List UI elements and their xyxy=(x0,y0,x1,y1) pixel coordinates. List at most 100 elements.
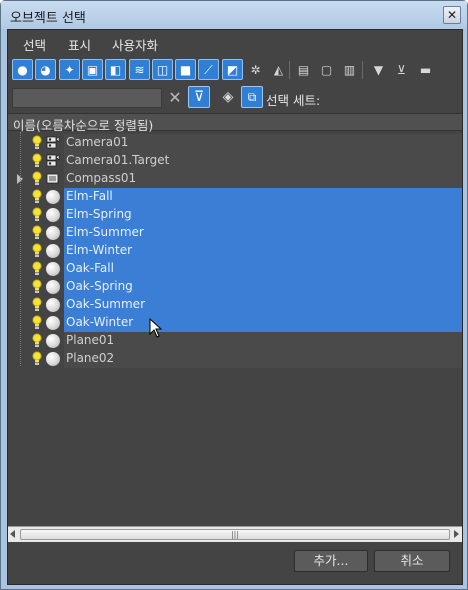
title-bar[interactable]: 오브젝트 선택 ✕ xyxy=(1,1,467,29)
horizontal-scrollbar[interactable]: ||| xyxy=(8,526,462,542)
object-name: Oak-Winter xyxy=(66,315,134,329)
bones-filter-button[interactable]: ⟋ xyxy=(198,59,219,80)
lightbulb-icon[interactable] xyxy=(32,333,42,349)
list-item[interactable]: Camera01.Target xyxy=(8,152,462,170)
cameras-filter-button[interactable]: ▣ xyxy=(82,59,103,80)
list-item[interactable]: Plane01 xyxy=(8,332,462,350)
menu-customize[interactable]: 사용자화 xyxy=(112,35,158,54)
list-item[interactable]: Elm-Fall xyxy=(8,188,462,206)
cancel-button[interactable]: 취소 xyxy=(374,550,450,572)
shapes-filter-icon: ◕ xyxy=(40,62,51,77)
filter-button[interactable]: ▼ xyxy=(368,59,389,80)
list-item[interactable]: Camera01 xyxy=(8,134,462,152)
geometry-sphere-icon xyxy=(46,352,60,366)
lights-filter-icon: ✦ xyxy=(64,62,75,77)
helpers-filter-button[interactable]: ◧ xyxy=(105,59,126,80)
lightbulb-icon[interactable] xyxy=(32,315,42,331)
object-name: Elm-Fall xyxy=(66,189,113,203)
lightbulb-icon[interactable] xyxy=(32,261,42,277)
list-item[interactable]: Elm-Spring xyxy=(8,206,462,224)
lightbulb-icon[interactable] xyxy=(32,351,42,367)
row-highlight xyxy=(64,260,462,278)
lights-filter-button[interactable]: ✦ xyxy=(59,59,80,80)
object-name: Elm-Summer xyxy=(66,225,144,239)
geometry-sphere-icon xyxy=(46,316,60,330)
scrollbar-thumb[interactable]: ||| xyxy=(20,529,450,540)
scroll-right-arrow-icon[interactable] xyxy=(454,530,459,538)
close-button[interactable]: ✕ xyxy=(443,6,461,24)
lightbulb-icon[interactable] xyxy=(32,189,42,205)
list-item[interactable]: Plane02 xyxy=(8,350,462,368)
object-list[interactable]: Camera01 Camera01.Target Compass01 Elm-Fall… xyxy=(8,132,462,526)
xrefs-filter-icon: ■ xyxy=(179,62,192,77)
scroll-left-arrow-icon[interactable] xyxy=(10,530,15,538)
list-item[interactable]: Compass01 xyxy=(8,170,462,188)
object-name: Plane02 xyxy=(66,351,115,365)
clear-search-icon[interactable]: ✕ xyxy=(166,88,184,108)
filter-icon: ▼ xyxy=(373,62,384,77)
layers-icon: ◈ xyxy=(222,89,234,105)
groups-filter-button[interactable]: ◫ xyxy=(152,59,173,80)
lightbulb-icon[interactable] xyxy=(32,225,42,241)
hierarchy-button[interactable]: ⧉ xyxy=(241,86,263,108)
object-name: Elm-Winter xyxy=(66,243,133,257)
filter-options-icon: ⊻ xyxy=(397,62,406,77)
select-none-button[interactable]: ▢ xyxy=(316,59,337,80)
lightbulb-icon[interactable] xyxy=(32,243,42,259)
dialog-footer: 추가... 취소 xyxy=(8,542,462,584)
add-button[interactable]: 추가... xyxy=(294,550,368,572)
list-item[interactable]: Oak-Spring xyxy=(8,278,462,296)
geometry-sphere-icon xyxy=(46,208,60,222)
frozen-filter-icon: ✲ xyxy=(250,62,261,77)
funnel-icon: ⊽ xyxy=(193,89,205,105)
helpers-filter-icon: ◧ xyxy=(109,62,122,77)
frozen-filter-button[interactable]: ✲ xyxy=(245,59,266,80)
geometry-sphere-icon xyxy=(46,298,60,312)
bones-filter-icon: ⟋ xyxy=(204,62,213,77)
menu-display[interactable]: 표시 xyxy=(68,35,91,54)
geometry-sphere-icon xyxy=(46,190,60,204)
row-highlight xyxy=(64,332,462,350)
select-invert-button[interactable]: ▥ xyxy=(339,59,360,80)
lightbulb-icon[interactable] xyxy=(32,207,42,223)
lightbulb-icon[interactable] xyxy=(32,279,42,295)
list-item[interactable]: Oak-Fall xyxy=(8,260,462,278)
select-invert-icon: ▥ xyxy=(343,62,356,77)
row-highlight xyxy=(64,350,462,368)
filter-toggle-button[interactable]: ⊽ xyxy=(188,86,210,108)
menu-bar: 선택 표시 사용자화 xyxy=(8,30,462,56)
geometry-filter-icon: ● xyxy=(17,62,28,77)
layers-button[interactable]: ◈ xyxy=(218,87,238,107)
lightbulb-icon[interactable] xyxy=(32,135,42,151)
lightbulb-icon[interactable] xyxy=(32,297,42,313)
display-options-button[interactable]: ▬ xyxy=(415,59,436,80)
filter-options-button[interactable]: ⊻ xyxy=(391,59,412,80)
list-item[interactable]: Oak-Summer xyxy=(8,296,462,314)
geometry-sphere-icon xyxy=(46,244,60,258)
window-title: 오브젝트 선택 xyxy=(10,11,86,26)
object-name: Oak-Summer xyxy=(66,297,145,311)
helper-icon xyxy=(46,173,59,184)
mouse-cursor-icon xyxy=(149,318,163,338)
tree-connector xyxy=(20,132,21,366)
containers-filter-button[interactable]: ◩ xyxy=(222,59,243,80)
list-item[interactable]: Elm-Summer xyxy=(8,224,462,242)
lightbulb-icon[interactable] xyxy=(32,171,42,187)
hidden-filter-icon: ◭ xyxy=(273,62,284,77)
xrefs-filter-button[interactable]: ■ xyxy=(175,59,196,80)
menu-select[interactable]: 선택 xyxy=(23,35,46,54)
lightbulb-icon[interactable] xyxy=(32,153,42,169)
spacewarps-filter-button[interactable]: ≋ xyxy=(129,59,150,80)
hidden-filter-button[interactable]: ◭ xyxy=(268,59,289,80)
shapes-filter-button[interactable]: ◕ xyxy=(35,59,56,80)
geometry-filter-button[interactable]: ● xyxy=(12,59,33,80)
geometry-sphere-icon xyxy=(46,262,60,276)
list-item[interactable]: Elm-Winter xyxy=(8,242,462,260)
search-input[interactable] xyxy=(12,88,162,108)
toolbar: ● ◕ ✦ ▣ ◧ ≋ ◫ ■ ⟋ ◩ ✲ ◭ ▤ ▢ ▥ ▼ ⊻ ▬ xyxy=(8,58,462,84)
object-name: Compass01 xyxy=(66,171,137,185)
select-all-button[interactable]: ▤ xyxy=(293,59,314,80)
camera-icon xyxy=(46,154,60,167)
column-header-name[interactable]: 이름(오름차순으로 정렬됨) xyxy=(8,113,462,133)
list-item[interactable]: Oak-Winter xyxy=(8,314,462,332)
